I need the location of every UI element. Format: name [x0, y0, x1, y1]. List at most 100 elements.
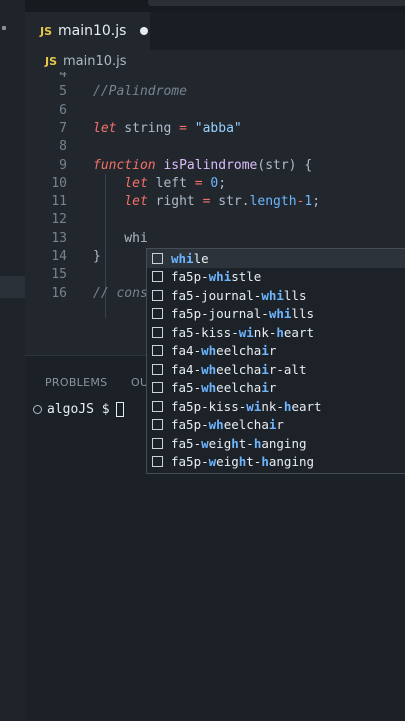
js-file-icon: JS: [40, 24, 53, 38]
suggestion-item[interactable]: fa5p-kiss-wi nk-h eart: [147, 397, 405, 416]
activity-selected-item[interactable]: [0, 276, 25, 298]
suggestion-text: eelcha: [216, 343, 262, 359]
suggestion-text: i: [268, 417, 277, 433]
text-suggestion-icon: [152, 456, 163, 468]
code-line[interactable]: 12: [25, 211, 405, 229]
suggestion-item[interactable]: fa5- w eig h t-h anging: [147, 434, 405, 453]
line-number: 14: [51, 249, 67, 264]
suggestion-text: whi: [268, 306, 292, 322]
code-token: "abba": [194, 120, 242, 136]
code-token: 1: [304, 194, 313, 210]
code-token: left: [147, 175, 195, 191]
code-line[interactable]: 6: [25, 102, 405, 120]
terminal-cursor: [115, 402, 124, 417]
suggestion-text: eelcha: [216, 361, 262, 377]
suggestion-text: nk-: [261, 398, 284, 414]
suggestion-item[interactable]: whi le: [147, 249, 405, 268]
title-bar: [0, 0, 405, 12]
code-line[interactable]: 11 let right = str.length-1;: [25, 193, 405, 211]
tab-main10-js[interactable]: JS main10.js: [25, 12, 150, 50]
terminal-prompt: algoJS $: [47, 402, 110, 417]
line-number: 6: [59, 102, 67, 118]
text-suggestion-icon: [152, 400, 163, 412]
code-text: function isPalindrome(str) {: [93, 157, 312, 175]
suggestion-item[interactable]: fa4- wh eelcha i r-alt: [147, 360, 405, 379]
text-suggestion-icon: [152, 437, 163, 449]
line-number: 10: [51, 175, 67, 191]
text-suggestion-icon: [152, 308, 163, 320]
breadcrumb-file[interactable]: main10.js: [63, 54, 127, 69]
suggestion-text: fa5p-: [171, 417, 209, 433]
explorer-icon[interactable]: [2, 26, 6, 30]
suggestion-text: h: [276, 324, 284, 340]
suggestion-text: fa4-: [171, 361, 202, 377]
suggestion-text: t-: [246, 454, 262, 470]
suggestion-text: wh: [201, 380, 217, 396]
code-token: string: [116, 120, 180, 136]
suggestion-text: fa5p-: [171, 269, 209, 285]
suggestion-text: wi: [238, 324, 254, 340]
suggestion-text: nk-: [253, 324, 277, 340]
line-number: 16: [51, 285, 67, 301]
suggestion-item[interactable]: fa5p-journal-whi lls: [147, 305, 405, 324]
code-token: whi: [93, 230, 148, 246]
suggestion-item[interactable]: fa5p-wh eelcha i r: [147, 416, 405, 435]
unsaved-dot-icon[interactable]: [140, 27, 149, 35]
text-suggestion-icon: [152, 271, 163, 283]
text-suggestion-icon: [152, 363, 163, 375]
suggestion-text: stle: [231, 269, 262, 285]
activity-bar: [0, 0, 25, 720]
suggestion-text: h: [253, 435, 262, 451]
code-line[interactable]: 13 whi: [25, 230, 405, 248]
suggestion-text: fa5-: [171, 380, 202, 396]
suggestion-item[interactable]: fa4- wh eelcha i r: [147, 342, 405, 361]
line-number: 9: [59, 157, 67, 173]
code-text: // cons: [93, 285, 148, 303]
line-number: 8: [59, 139, 67, 155]
suggestion-text: fa5-: [171, 435, 202, 451]
code-line[interactable]: 8: [25, 138, 405, 156]
terminal-status-icon: [33, 405, 42, 414]
suggestion-item[interactable]: fa5p-whi stle: [147, 268, 405, 287]
suggestion-text: fa5p-: [171, 454, 209, 470]
code-token: }: [93, 249, 101, 264]
suggestion-text: i: [261, 380, 269, 396]
suggestion-text: h: [283, 398, 292, 414]
code-token: (str) {: [257, 157, 313, 173]
code-line[interactable]: 5 //Palindrome: [25, 83, 405, 101]
code-token: length: [249, 194, 297, 210]
code-text: }: [93, 248, 101, 266]
suggestion-item[interactable]: fa5- wh eelcha i r: [147, 379, 405, 398]
code-text: let right = str.length-1;: [93, 193, 320, 211]
code-line[interactable]: 4: [25, 72, 405, 83]
tab-title: main10.js: [58, 23, 127, 39]
suggestion-text: anging: [261, 435, 307, 451]
tab-problems[interactable]: PROBLEMS: [45, 376, 107, 389]
suggestion-item[interactable]: fa5-journal-whi lls: [147, 286, 405, 305]
code-line[interactable]: 10 let left = 0;: [25, 175, 405, 193]
text-suggestion-icon: [152, 345, 163, 357]
suggestion-text: eart: [291, 398, 322, 414]
suggestion-text: r: [276, 417, 284, 433]
line-number: 11: [51, 194, 67, 210]
command-center[interactable]: [148, 0, 405, 6]
suggestion-text: h: [238, 454, 247, 470]
editor-tab-bar: JS main10.js: [25, 12, 405, 50]
suggestion-text: fa4-: [171, 343, 202, 359]
code-line[interactable]: 7 let string = "abba": [25, 120, 405, 138]
suggestion-text: eart: [283, 324, 315, 340]
suggestion-text: le: [193, 250, 209, 266]
suggestion-item[interactable]: fa5-kiss-wi nk-h eart: [147, 323, 405, 342]
code-line[interactable]: 9 function isPalindrome(str) {: [25, 157, 405, 175]
code-token: isPalindrome: [163, 157, 258, 173]
code-token: =: [179, 120, 187, 136]
suggestion-text: wi: [246, 398, 262, 414]
suggestion-widget[interactable]: whi le fa5p-whi stle fa5-journal-whi lls fa5p-…: [146, 248, 405, 474]
text-suggestion-icon: [152, 382, 163, 394]
suggestion-text: i: [261, 361, 269, 377]
suggestion-item[interactable]: fa5p-w eig h t-h anging: [147, 453, 405, 472]
suggestion-text: w: [208, 454, 217, 470]
terminal-line[interactable]: algoJS $: [33, 402, 124, 417]
